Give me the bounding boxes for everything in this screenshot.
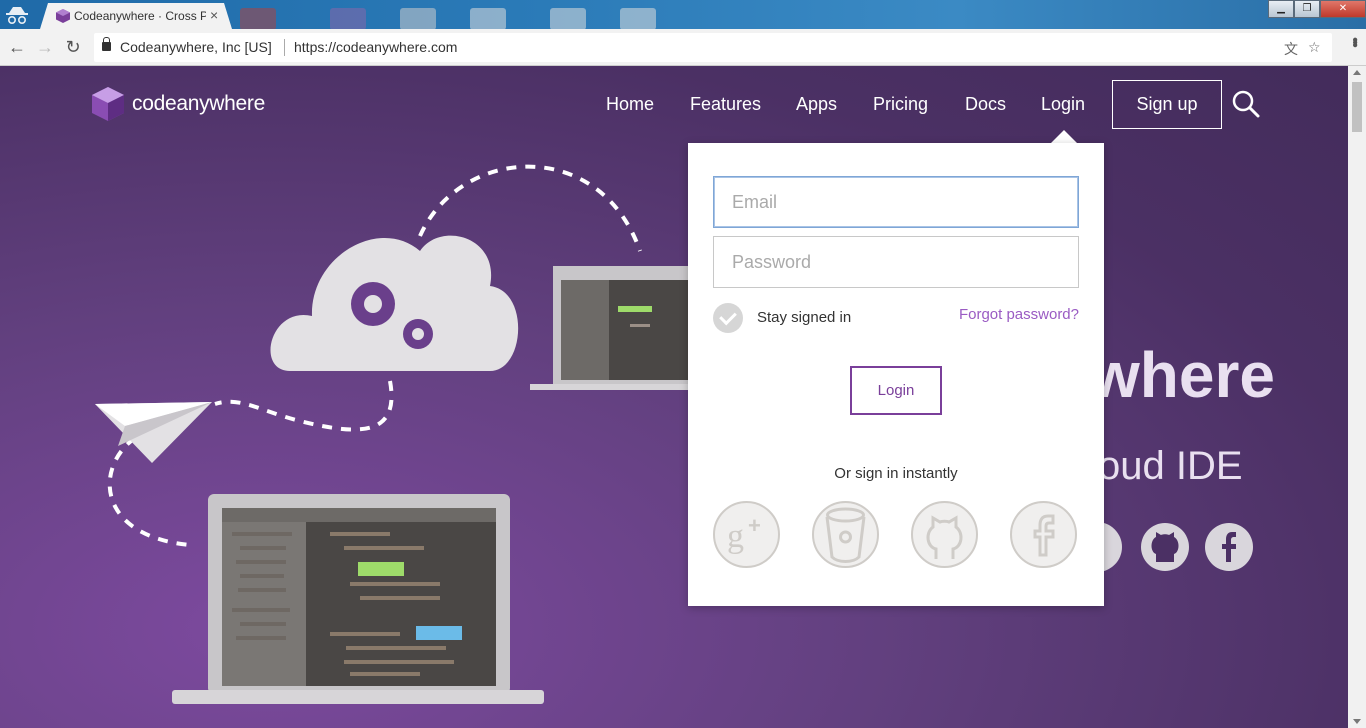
hero-subtitle: oud IDE bbox=[1098, 444, 1243, 488]
popup-arrow bbox=[1050, 130, 1078, 144]
facebook-icon bbox=[1033, 514, 1055, 557]
window-controls: ▁ ❐ ✕ bbox=[1268, 0, 1366, 18]
bitbucket-button[interactable] bbox=[812, 501, 879, 568]
thumbnail bbox=[240, 8, 276, 30]
codeanywhere-favicon bbox=[56, 9, 70, 23]
restore-button[interactable]: ❐ bbox=[1294, 0, 1320, 18]
browser-tab-active[interactable]: Codeanywhere · Cross P × bbox=[40, 3, 232, 29]
stay-signed-in-checkbox[interactable] bbox=[713, 303, 743, 333]
tab-title: Codeanywhere · Cross P bbox=[74, 9, 206, 23]
tab-close-icon[interactable]: × bbox=[210, 7, 218, 23]
incognito-icon bbox=[6, 7, 28, 25]
minimize-button[interactable]: ▁ bbox=[1268, 0, 1294, 18]
browser-toolbar: ← → ↻ Codeanywhere, Inc [US] https://cod… bbox=[0, 29, 1366, 66]
divider bbox=[284, 39, 285, 56]
github-icon bbox=[926, 515, 963, 559]
nav-login[interactable]: Login bbox=[1041, 94, 1085, 115]
nav-home[interactable]: Home bbox=[606, 94, 654, 115]
password-input[interactable] bbox=[713, 236, 1079, 288]
browser-tabstrip: Codeanywhere · Cross P × ▁ ❐ ✕ bbox=[0, 0, 1366, 30]
google-plus-icon: g + bbox=[727, 513, 761, 555]
search-icon[interactable] bbox=[1232, 90, 1260, 118]
logo-text: codeanywhere bbox=[132, 92, 265, 115]
url-text[interactable]: https://codeanywhere.com bbox=[294, 39, 457, 55]
thumbnail bbox=[400, 8, 436, 30]
thumbnail bbox=[470, 8, 506, 30]
nav-docs[interactable]: Docs bbox=[965, 94, 1006, 115]
scroll-up-icon[interactable] bbox=[1353, 70, 1361, 75]
nav-features[interactable]: Features bbox=[690, 94, 761, 115]
laptop-large-icon bbox=[172, 494, 544, 704]
thumbnail bbox=[550, 8, 586, 30]
forward-button[interactable]: → bbox=[35, 37, 55, 57]
address-bar[interactable]: Codeanywhere, Inc [US] https://codeanywh… bbox=[94, 33, 1332, 62]
nav-apps[interactable]: Apps bbox=[796, 94, 837, 115]
page-scrollbar[interactable] bbox=[1348, 66, 1366, 728]
codeanywhere-logo-icon bbox=[92, 87, 124, 121]
svg-text:g: g bbox=[727, 518, 744, 555]
laptop-small-icon bbox=[530, 266, 693, 390]
codeanywhere-page: codeanywhere Home Features Apps Pricing … bbox=[0, 66, 1348, 728]
scroll-down-icon[interactable] bbox=[1353, 719, 1361, 724]
github-button[interactable] bbox=[911, 501, 978, 568]
facebook-icon[interactable] bbox=[1204, 522, 1254, 572]
login-popup: Stay signed in Forgot password? Login Or… bbox=[688, 143, 1104, 606]
thumbnail bbox=[620, 8, 656, 30]
lock-icon bbox=[102, 37, 111, 51]
scroll-thumb[interactable] bbox=[1352, 82, 1362, 132]
svg-text:+: + bbox=[748, 513, 761, 538]
nav-pricing[interactable]: Pricing bbox=[873, 94, 928, 115]
or-sign-in-text: Or sign in instantly bbox=[834, 465, 958, 482]
site-identity[interactable]: Codeanywhere, Inc [US] bbox=[120, 39, 272, 55]
site-logo[interactable]: codeanywhere bbox=[90, 86, 265, 122]
browser-menu-icon[interactable]: ••• bbox=[1345, 37, 1363, 45]
paper-plane-icon bbox=[95, 402, 212, 463]
facebook-button[interactable] bbox=[1010, 501, 1077, 568]
cloud-icon bbox=[270, 235, 519, 371]
bitbucket-icon bbox=[825, 507, 866, 563]
forgot-password-link[interactable]: Forgot password? bbox=[959, 306, 1079, 323]
hero-title: where bbox=[1090, 339, 1275, 411]
reload-button[interactable]: ↻ bbox=[63, 37, 83, 57]
google-plus-button[interactable]: g + bbox=[713, 501, 780, 568]
close-window-button[interactable]: ✕ bbox=[1320, 0, 1366, 18]
translate-icon[interactable]: 文 bbox=[1284, 39, 1298, 59]
login-submit-button[interactable]: Login bbox=[850, 366, 942, 415]
thumbnail bbox=[330, 8, 366, 30]
github-icon[interactable] bbox=[1140, 522, 1190, 572]
back-button[interactable]: ← bbox=[7, 37, 27, 57]
star-icon[interactable]: ☆ bbox=[1308, 39, 1321, 56]
email-input[interactable] bbox=[713, 176, 1079, 228]
signup-button[interactable]: Sign up bbox=[1112, 80, 1222, 129]
stay-signed-in-label[interactable]: Stay signed in bbox=[757, 309, 851, 326]
